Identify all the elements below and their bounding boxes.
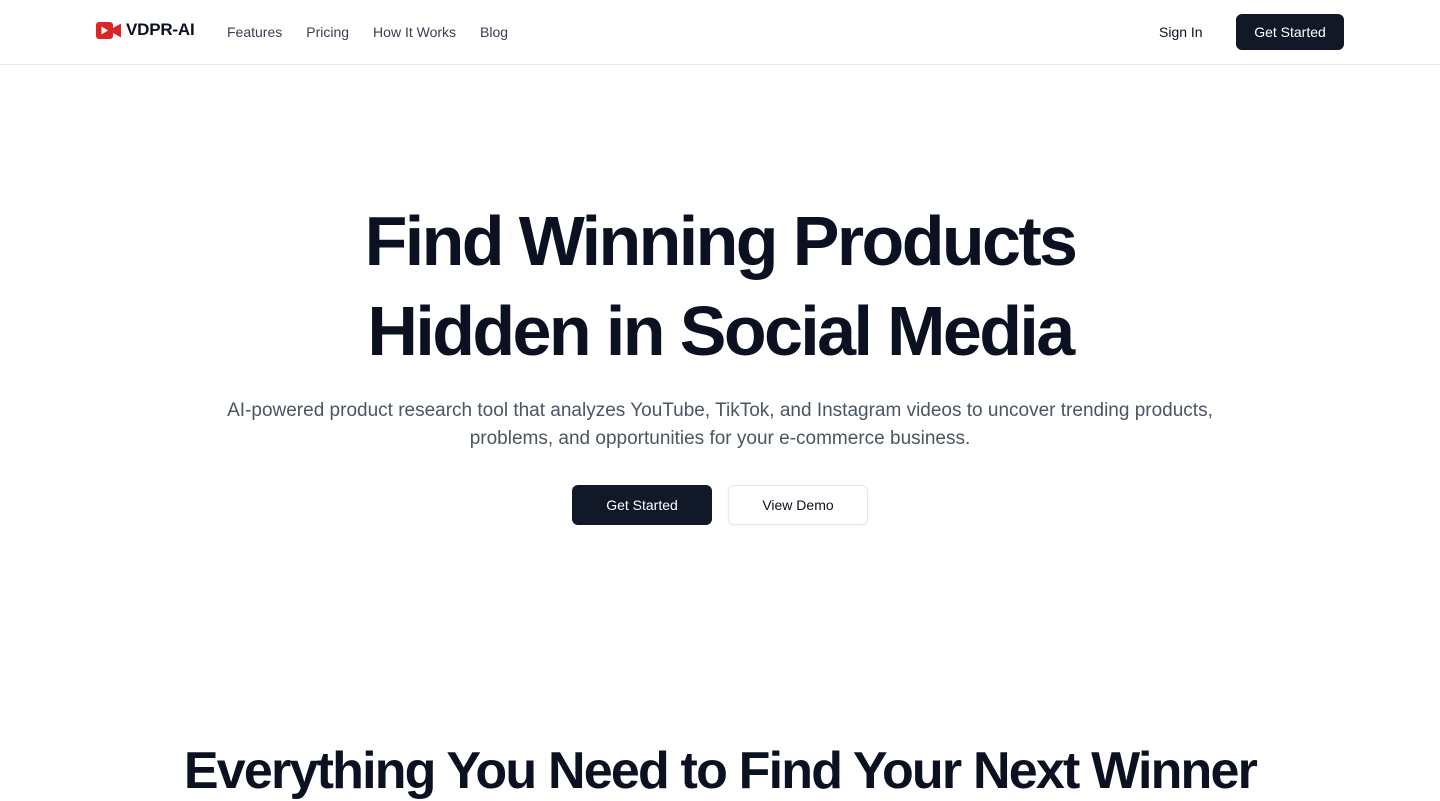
main-nav: Features Pricing How It Works Blog (227, 0, 508, 64)
header-get-started-button[interactable]: Get Started (1236, 14, 1344, 50)
nav-link-features[interactable]: Features (227, 24, 282, 40)
hero-title: Find Winning Products Hidden in Social M… (0, 196, 1440, 376)
features-section-title: Everything You Need to Find Your Next Wi… (183, 742, 1258, 800)
hero-title-line-2: Hidden in Social Media (367, 292, 1075, 370)
hero-title-line-1: Find Winning Products (364, 202, 1078, 280)
hero-get-started-button[interactable]: Get Started (572, 485, 712, 525)
hero-actions: Get Started View Demo (572, 485, 868, 525)
brand-name: VDPR-AI (126, 20, 195, 39)
site-header: VDPR-AI Features Pricing How It Works Bl… (0, 0, 1440, 65)
video-camera-icon (96, 21, 121, 39)
nav-link-pricing[interactable]: Pricing (306, 24, 349, 40)
nav-link-how-it-works[interactable]: How It Works (373, 24, 456, 40)
brand-logo[interactable]: VDPR-AI (96, 20, 195, 40)
nav-link-blog[interactable]: Blog (480, 24, 508, 40)
hero-subtitle: AI-powered product research tool that an… (227, 400, 1213, 449)
sign-in-link[interactable]: Sign In (1159, 0, 1203, 64)
view-demo-button[interactable]: View Demo (728, 485, 868, 525)
